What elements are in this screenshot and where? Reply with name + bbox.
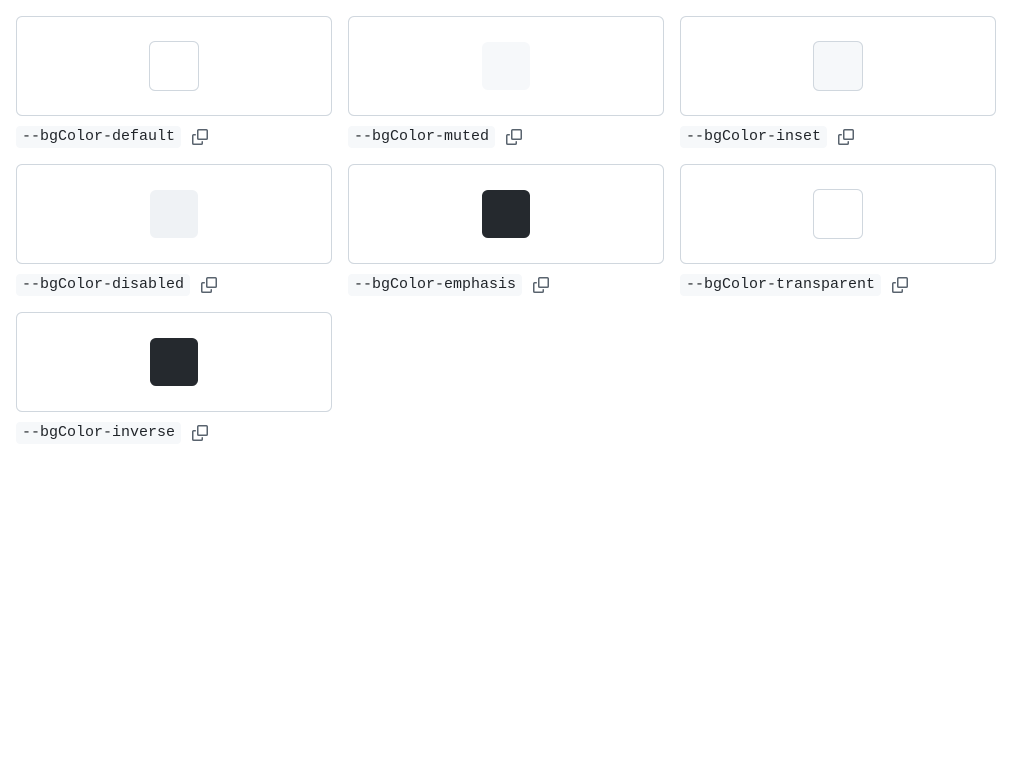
token-name: --bgColor-muted xyxy=(348,126,496,148)
color-swatch xyxy=(149,41,199,91)
token-label-row: --bgColor-inverse xyxy=(16,422,332,444)
copy-icon xyxy=(533,277,550,293)
color-swatch xyxy=(150,190,198,238)
token-name: --bgColor-emphasis xyxy=(348,274,523,296)
copy-icon xyxy=(506,129,523,145)
token-label-row: --bgColor-default xyxy=(16,126,332,148)
color-swatch xyxy=(482,42,530,90)
token-name: --bgColor-default xyxy=(16,126,182,148)
copy-icon xyxy=(201,277,218,293)
token-card-disabled: --bgColor-disabled xyxy=(16,164,332,296)
token-card-inset: --bgColor-inset xyxy=(680,16,996,148)
token-card-transparent: --bgColor-transparent xyxy=(680,164,996,296)
token-label-row: --bgColor-inset xyxy=(680,126,996,148)
color-preview xyxy=(16,164,332,264)
token-label-row: --bgColor-emphasis xyxy=(348,274,664,296)
color-preview xyxy=(16,312,332,412)
copy-button[interactable] xyxy=(890,275,910,295)
copy-button[interactable] xyxy=(836,127,856,147)
color-preview xyxy=(16,16,332,116)
copy-icon xyxy=(192,129,209,145)
copy-button[interactable] xyxy=(531,275,551,295)
token-name: --bgColor-disabled xyxy=(16,274,191,296)
color-swatch xyxy=(813,189,863,239)
token-label-row: --bgColor-transparent xyxy=(680,274,996,296)
color-preview xyxy=(680,164,996,264)
copy-icon xyxy=(892,277,909,293)
token-label-row: --bgColor-muted xyxy=(348,126,664,148)
color-preview xyxy=(680,16,996,116)
token-label-row: --bgColor-disabled xyxy=(16,274,332,296)
token-card-emphasis: --bgColor-emphasis xyxy=(348,164,664,296)
color-swatch xyxy=(482,190,530,238)
token-card-muted: --bgColor-muted xyxy=(348,16,664,148)
token-name: --bgColor-inset xyxy=(680,126,828,148)
copy-button[interactable] xyxy=(190,127,210,147)
color-preview xyxy=(348,16,664,116)
copy-button[interactable] xyxy=(504,127,524,147)
token-card-inverse: --bgColor-inverse xyxy=(16,312,332,444)
token-name: --bgColor-inverse xyxy=(16,422,182,444)
copy-button[interactable] xyxy=(199,275,219,295)
token-name: --bgColor-transparent xyxy=(680,274,882,296)
token-card-default: --bgColor-default xyxy=(16,16,332,148)
copy-icon xyxy=(192,425,209,441)
token-grid: --bgColor-default --bgColor-muted --bgCo… xyxy=(16,16,996,444)
color-preview xyxy=(348,164,664,264)
color-swatch xyxy=(150,338,198,386)
color-swatch xyxy=(813,41,863,91)
copy-button[interactable] xyxy=(190,423,210,443)
copy-icon xyxy=(838,129,855,145)
